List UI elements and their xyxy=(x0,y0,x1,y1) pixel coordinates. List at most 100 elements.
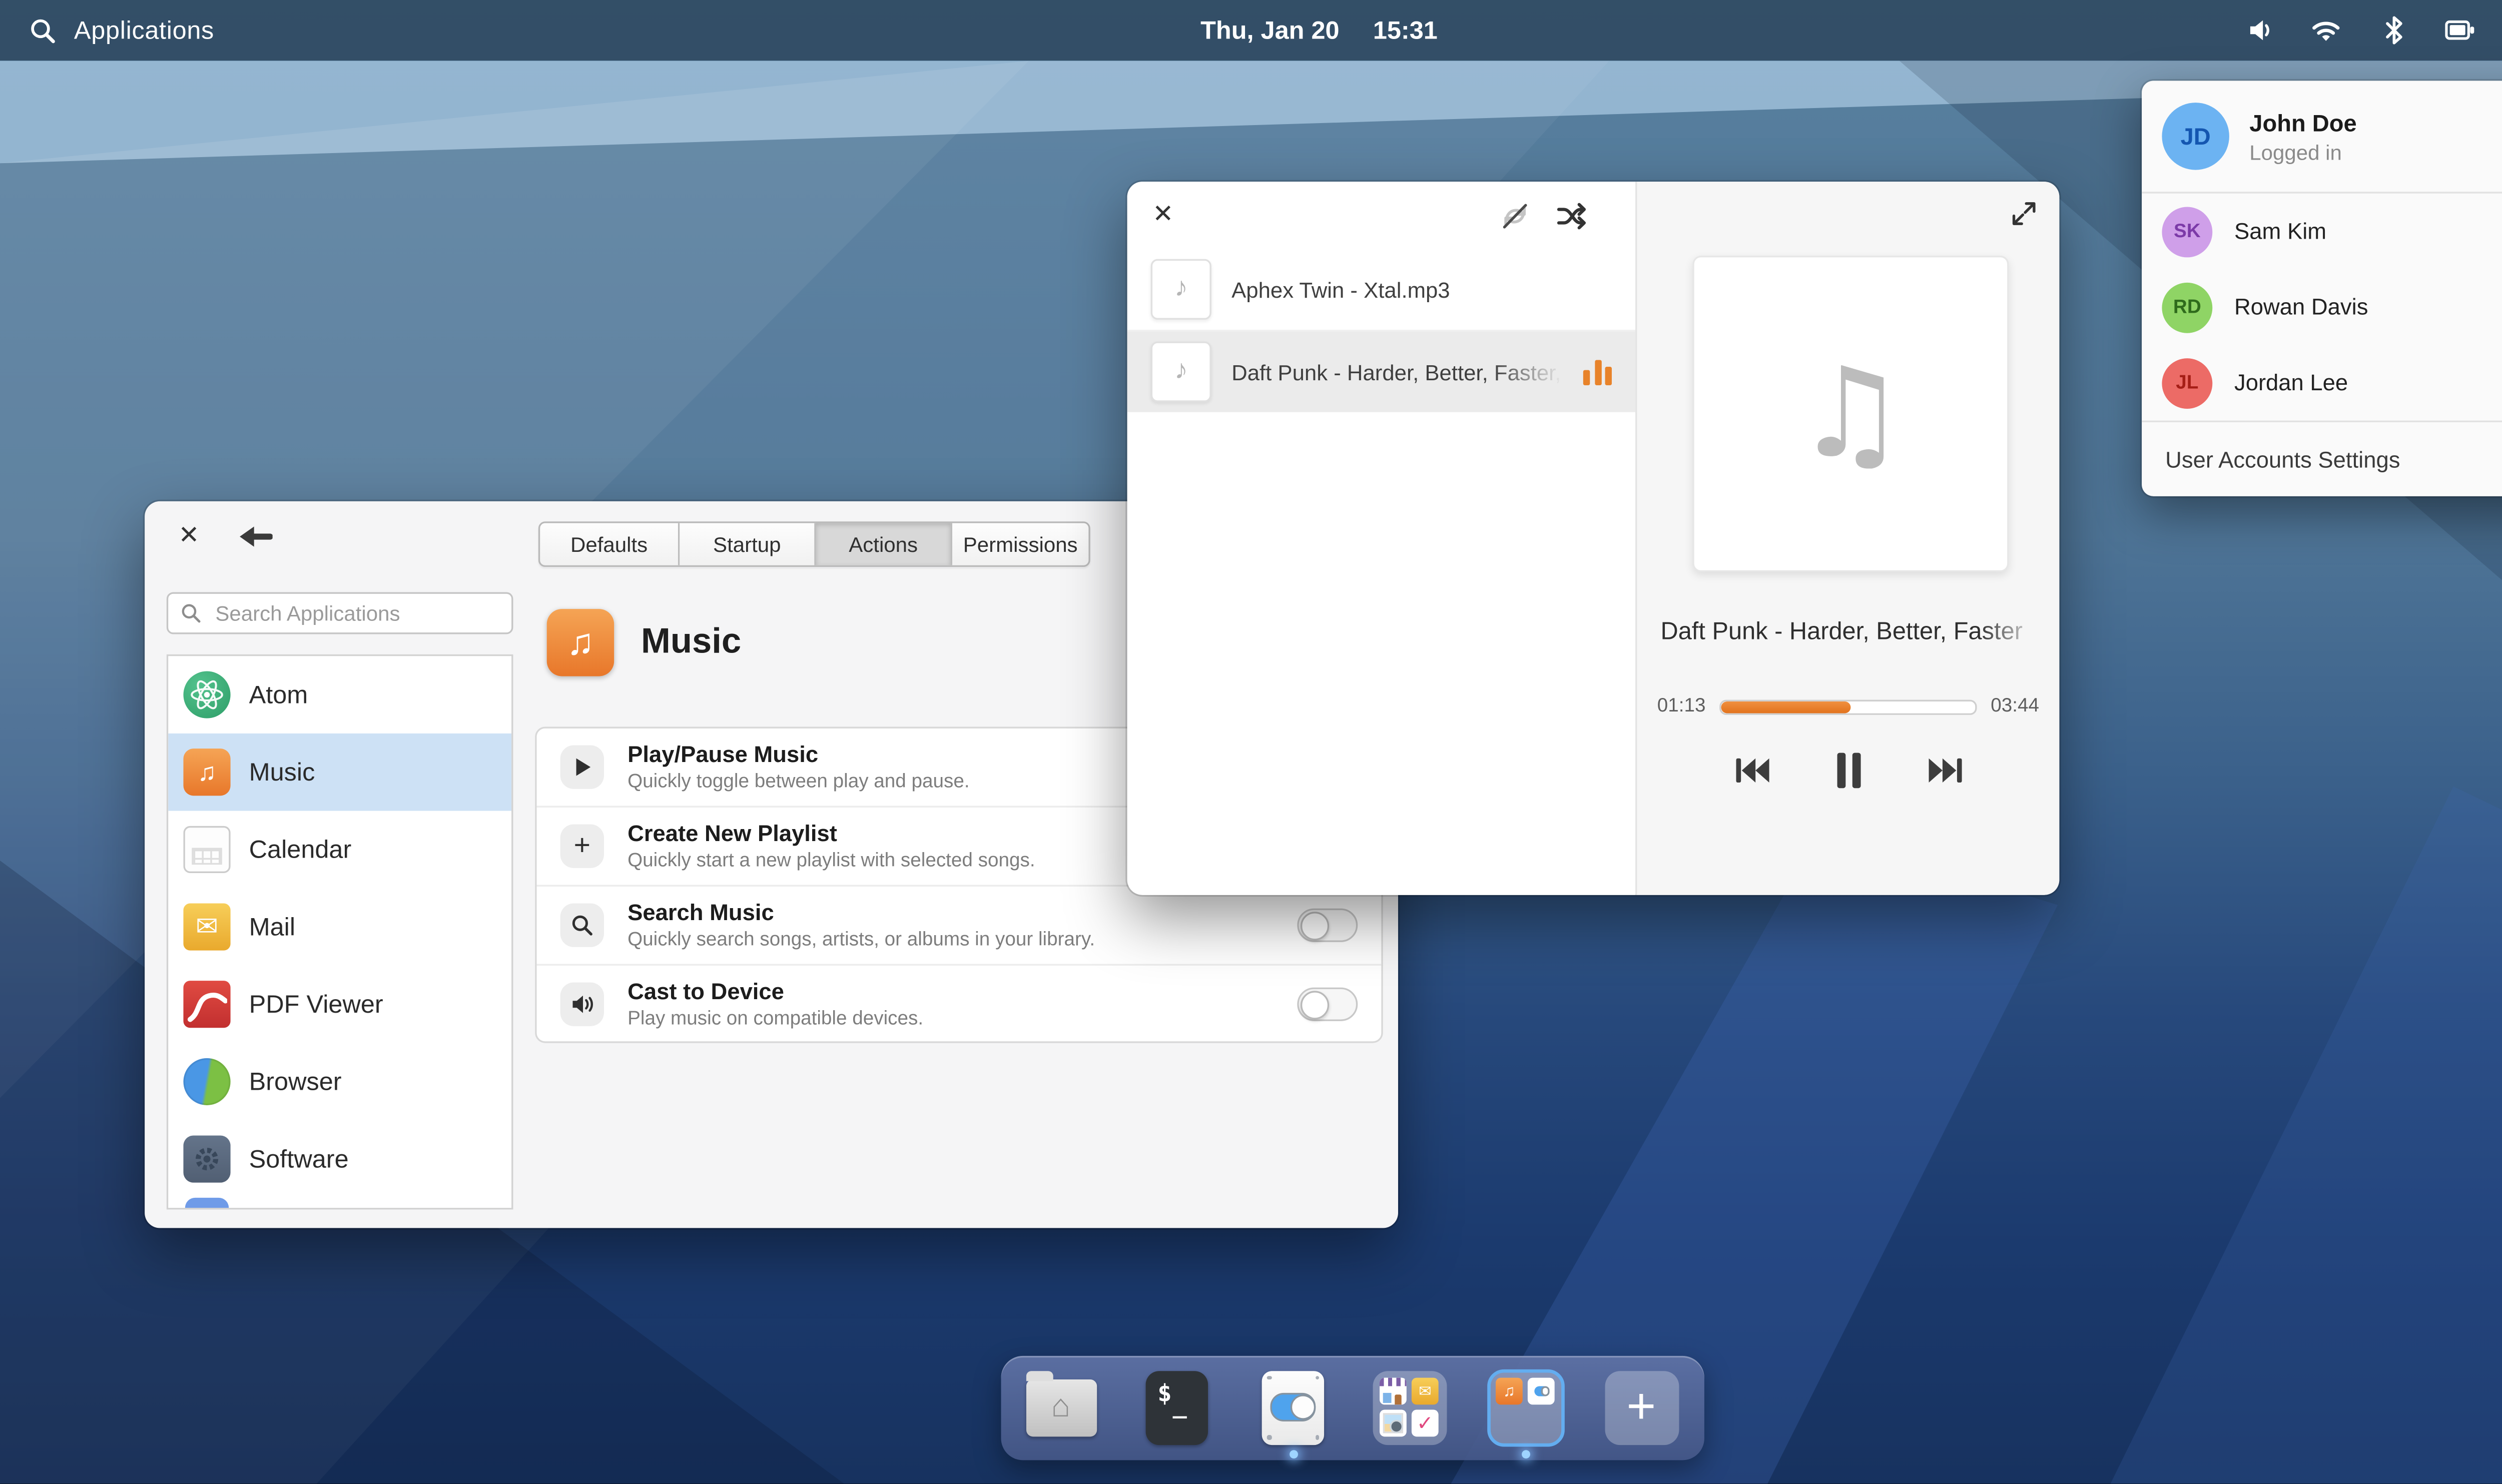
pause-button[interactable] xyxy=(1831,751,1865,791)
dock-item-add-application[interactable]: + xyxy=(1603,1369,1679,1445)
top-panel: Applications Thu, Jan 20 15:31 xyxy=(0,0,2502,61)
total-time: 03:44 xyxy=(1991,696,2039,716)
search-input[interactable] xyxy=(212,600,500,627)
track-title: Daft Punk - Harder, Better, Faster, Stro xyxy=(1231,359,1563,384)
close-window-button[interactable]: ✕ xyxy=(178,520,199,550)
sidebar-item-label: PDF Viewer xyxy=(249,990,383,1019)
track-title: Aphex Twin - Xtal.mp3 xyxy=(1231,277,1612,302)
dock-item-system-settings[interactable] xyxy=(1255,1369,1331,1445)
music-mini-icon: ♫ xyxy=(1496,1378,1523,1405)
back-button[interactable] xyxy=(239,523,272,550)
sidebar-item-software[interactable]: Software xyxy=(168,1120,511,1198)
system-settings-icon xyxy=(1262,1370,1324,1444)
mail-mini-icon: ✉ xyxy=(1412,1378,1439,1405)
playlist-item-playing[interactable]: ♪ Daft Punk - Harder, Better, Faster, St… xyxy=(1127,331,1635,412)
speaker-icon xyxy=(560,983,604,1026)
seek-bar-fill xyxy=(1721,700,1851,712)
action-description: Quickly search songs, artists, or albums… xyxy=(628,930,1274,950)
dock: ⌂ $ _ ✉ xyxy=(1001,1356,1704,1460)
now-playing-title: Daft Punk - Harder, Better, Faster xyxy=(1654,619,2043,646)
selected-app-header: ♫ Music xyxy=(547,609,741,676)
avatar: JL xyxy=(2162,357,2212,408)
applications-menu[interactable]: Applications xyxy=(0,15,2243,47)
search-icon xyxy=(560,904,604,947)
tab-permissions[interactable]: Permissions xyxy=(952,523,1088,565)
playlist-item[interactable]: ♪ Aphex Twin - Xtal.mp3 xyxy=(1127,249,1635,332)
dock-item-app-folder-productivity[interactable]: ✉ ✓ xyxy=(1371,1369,1447,1445)
playback-controls xyxy=(1637,751,2059,791)
sidebar-item-browser[interactable]: Browser xyxy=(168,1043,511,1121)
sidebar-item-music[interactable]: ♫ Music xyxy=(168,733,511,811)
action-title: Search Music xyxy=(628,901,1274,926)
user-accounts-settings-link[interactable]: User Accounts Settings xyxy=(2142,422,2502,496)
sidebar-item-mail[interactable]: ✉ Mail xyxy=(168,888,511,966)
music-note-icon: ♫ xyxy=(1795,342,1907,486)
search-icon xyxy=(180,602,202,624)
files-folder-icon: ⌂ xyxy=(1025,1378,1096,1435)
track-thumbnail-note-icon: ♪ xyxy=(1151,342,1211,402)
dock-item-files[interactable]: ⌂ xyxy=(1023,1369,1098,1445)
applications-sidebar: Atom ♫ Music Calendar ✉ Mail PDF Viewe xyxy=(167,654,513,1210)
now-playing-pane: ♫ Daft Punk - Harder, Better, Faster 01:… xyxy=(1635,182,2059,895)
avatar: SK xyxy=(2162,206,2212,257)
sidebar-item-label: Mail xyxy=(249,913,296,941)
sidebar-item-calendar[interactable]: Calendar xyxy=(168,811,511,889)
action-description: Play music on compatible devices. xyxy=(628,1009,1274,1029)
toggle-search-music[interactable] xyxy=(1297,909,1358,942)
panel-time: 15:31 xyxy=(1373,16,1438,45)
sidebar-item-label: Calendar xyxy=(249,835,352,864)
search-icon xyxy=(27,15,59,47)
tasks-mini-icon: ✓ xyxy=(1412,1410,1439,1437)
play-icon xyxy=(560,745,604,789)
shuffle-icon[interactable] xyxy=(1555,200,1588,232)
sidebar-item-label: Atom xyxy=(249,680,308,709)
sidebar-item-atom[interactable]: Atom xyxy=(168,656,511,733)
user-accounts-popover: JD John Doe Logged in SK Sam Kim › RD Ro… xyxy=(2142,81,2502,496)
desktop: Applications Thu, Jan 20 15:31 xyxy=(0,0,2502,1483)
next-track-button[interactable] xyxy=(1926,754,1964,787)
app-folder-icon: ✉ ✓ xyxy=(1372,1370,1446,1444)
panel-date: Thu, Jan 20 xyxy=(1200,16,1339,45)
app-folder-icon-selected: ♫ xyxy=(1488,1370,1562,1444)
volume-icon[interactable] xyxy=(2243,15,2275,47)
system-indicators xyxy=(2243,15,2502,47)
applications-menu-label: Applications xyxy=(74,16,214,45)
running-indicator xyxy=(1289,1450,1297,1458)
calendar-app-icon xyxy=(183,826,230,873)
album-art-placeholder: ♫ xyxy=(1692,256,2009,572)
wifi-icon[interactable] xyxy=(2310,15,2342,47)
user-row-sam-kim[interactable]: SK Sam Kim › xyxy=(2142,194,2502,269)
avatar: JD xyxy=(2162,103,2229,170)
music-app-icon: ♫ xyxy=(547,609,614,676)
seek-bar[interactable] xyxy=(1719,699,1977,714)
close-window-button[interactable]: ✕ xyxy=(1152,199,1173,229)
tab-actions[interactable]: Actions xyxy=(816,523,952,565)
tab-defaults[interactable]: Defaults xyxy=(540,523,680,565)
user-row-rowan-davis[interactable]: RD Rowan Davis › xyxy=(2142,269,2502,345)
user-name: Sam Kim xyxy=(2234,219,2502,244)
sidebar-item-pdf-viewer[interactable]: PDF Viewer xyxy=(168,966,511,1043)
now-playing-equalizer-icon xyxy=(1583,359,1612,384)
repeat-off-icon[interactable] xyxy=(1499,200,1531,232)
toggle-cast-to-device[interactable] xyxy=(1297,988,1358,1021)
datetime-indicator[interactable]: Thu, Jan 20 15:31 xyxy=(1200,16,1438,45)
sidebar-item-label: Music xyxy=(249,758,315,787)
expand-window-icon[interactable] xyxy=(2011,200,2038,227)
previous-track-button[interactable] xyxy=(1732,754,1770,787)
running-indicator xyxy=(1521,1450,1529,1458)
dock-item-terminal[interactable]: $ _ xyxy=(1139,1369,1214,1445)
battery-icon[interactable] xyxy=(2444,15,2476,47)
plus-icon: + xyxy=(560,824,604,868)
playlist-pane: ✕ ♪ Aphex Twin - Xtal.mp3 ♪ Daft Punk - … xyxy=(1127,182,1635,895)
search-applications-field[interactable] xyxy=(167,592,513,634)
tab-startup[interactable]: Startup xyxy=(680,523,816,565)
current-user-name: John Doe xyxy=(2249,109,2502,136)
dock-item-app-folder-media-selected[interactable]: ♫ xyxy=(1487,1369,1563,1445)
software-app-icon xyxy=(183,1135,230,1182)
progress-row: 01:13 03:44 xyxy=(1657,696,2039,716)
appcenter-mini-icon xyxy=(1380,1378,1407,1405)
bluetooth-icon[interactable] xyxy=(2377,15,2409,47)
avatar: RD xyxy=(2162,282,2212,332)
user-row-jordan-lee[interactable]: JL Jordan Lee › xyxy=(2142,345,2502,420)
sidebar-item-label: Software xyxy=(249,1145,349,1173)
